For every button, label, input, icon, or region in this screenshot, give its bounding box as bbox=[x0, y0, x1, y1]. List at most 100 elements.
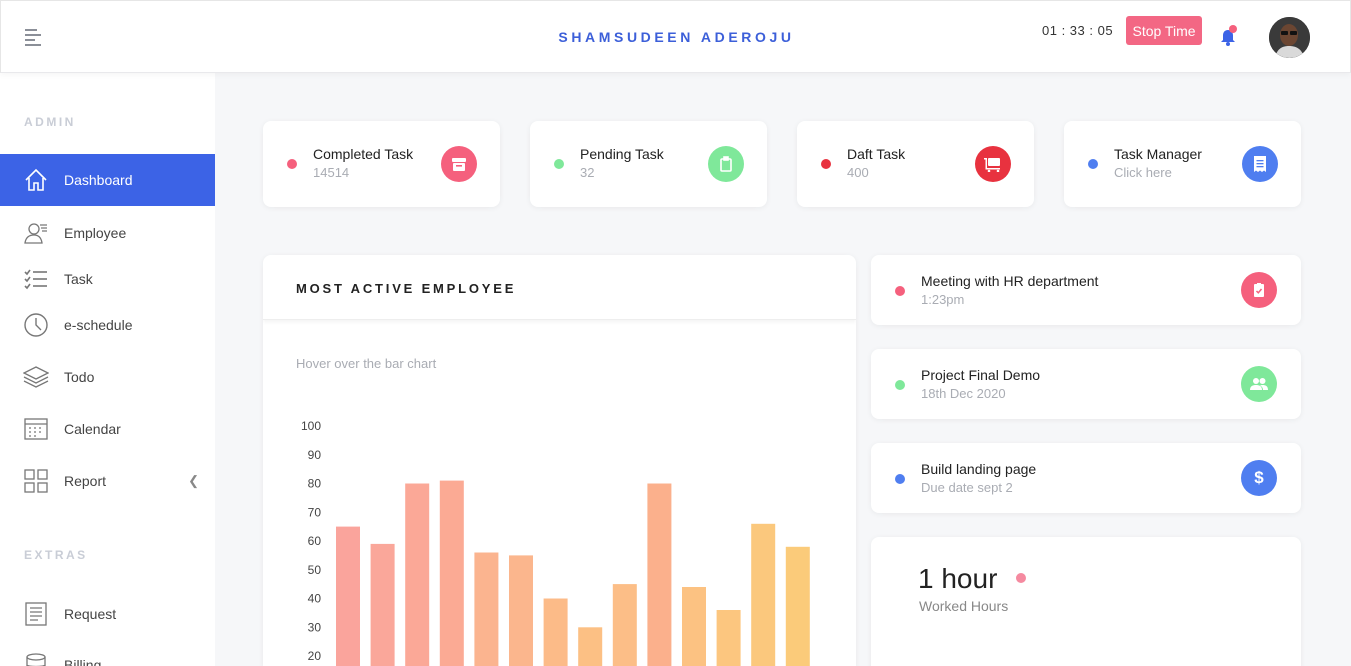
database-icon bbox=[23, 652, 49, 666]
sidebar-item-label: Dashboard bbox=[64, 172, 133, 188]
y-tick-label: 80 bbox=[308, 477, 322, 491]
event-title: Build landing page bbox=[921, 461, 1037, 477]
sidebar-item-dashboard[interactable]: Dashboard bbox=[0, 154, 215, 206]
stat-title: Completed Task bbox=[313, 146, 414, 162]
users-icon bbox=[1241, 366, 1277, 402]
sidebar-item-todo[interactable]: Todo bbox=[0, 351, 215, 403]
event-date: 18th Dec 2020 bbox=[921, 386, 1006, 401]
session-timer: 01 : 33 : 05 bbox=[1042, 23, 1114, 38]
bar[interactable] bbox=[612, 584, 637, 666]
home-icon bbox=[23, 167, 49, 193]
cart-icon bbox=[975, 146, 1011, 182]
bar[interactable] bbox=[751, 523, 776, 666]
bar[interactable] bbox=[682, 587, 706, 666]
top-bar: SHAMSUDEEN ADEROJU 01 : 33 : 05 Stop Tim… bbox=[0, 0, 1351, 73]
employee-icon bbox=[23, 220, 49, 246]
sidebar-item-report[interactable]: Report ❮ bbox=[0, 455, 215, 507]
bar[interactable] bbox=[785, 546, 810, 666]
sidebar-item-employee[interactable]: Employee bbox=[0, 207, 215, 259]
event-card-meeting[interactable]: Meeting with HR department 1:23pm bbox=[871, 255, 1301, 325]
sidebar-item-label: Request bbox=[64, 606, 117, 622]
stat-value: 400 bbox=[847, 165, 869, 180]
bar[interactable] bbox=[439, 480, 464, 666]
bar[interactable] bbox=[370, 543, 395, 666]
stat-card-completed-task[interactable]: Completed Task 14514 bbox=[263, 121, 500, 207]
section-label-extras: EXTRAS bbox=[24, 548, 88, 562]
dollar-icon: $ bbox=[1241, 460, 1277, 496]
sidebar-item-label: Report bbox=[64, 473, 107, 489]
stat-title: Daft Task bbox=[847, 146, 906, 162]
receipt-icon bbox=[1242, 146, 1278, 182]
y-tick-label: 20 bbox=[308, 649, 322, 663]
stop-time-button[interactable]: Stop Time bbox=[1126, 16, 1202, 45]
status-dot bbox=[821, 159, 831, 169]
chevron-left-icon: ❮ bbox=[188, 473, 199, 488]
sidebar: ADMIN Dashboard Employee Task e-schedule… bbox=[0, 73, 215, 666]
status-dot bbox=[895, 474, 905, 484]
status-dot bbox=[895, 380, 905, 390]
bar[interactable] bbox=[405, 483, 430, 666]
worked-hours-card: 1 hour Worked Hours bbox=[871, 537, 1301, 666]
status-dot bbox=[895, 286, 905, 296]
clipboard-icon bbox=[708, 146, 744, 182]
bar[interactable] bbox=[578, 627, 603, 666]
status-dot bbox=[1016, 573, 1026, 583]
y-tick-label: 40 bbox=[308, 592, 322, 606]
bar[interactable] bbox=[509, 555, 533, 666]
bar[interactable] bbox=[336, 526, 360, 666]
y-tick-label: 50 bbox=[308, 563, 322, 577]
clipboard-check-icon bbox=[1241, 272, 1277, 308]
y-tick-label: 100 bbox=[301, 419, 321, 433]
sidebar-item-label: Employee bbox=[64, 225, 127, 241]
grid-icon bbox=[23, 468, 49, 494]
event-card-project-demo[interactable]: Project Final Demo 18th Dec 2020 bbox=[871, 349, 1301, 419]
event-time: 1:23pm bbox=[921, 292, 965, 307]
status-dot bbox=[554, 159, 564, 169]
sidebar-item-request[interactable]: Request bbox=[0, 588, 215, 640]
worked-hours-label: Worked Hours bbox=[919, 598, 1009, 614]
notification-dot bbox=[1229, 25, 1237, 33]
status-dot bbox=[1088, 159, 1098, 169]
sidebar-item-billing[interactable]: Billing bbox=[0, 639, 215, 666]
sidebar-item-label: Task bbox=[64, 271, 93, 287]
stat-link[interactable]: Click here bbox=[1114, 165, 1172, 180]
stat-value: 32 bbox=[580, 165, 595, 180]
y-tick-label: 30 bbox=[308, 620, 322, 634]
worked-hours-value: 1 hour bbox=[918, 563, 998, 594]
calendar-icon bbox=[23, 416, 49, 442]
task-list-icon bbox=[23, 266, 49, 292]
archive-icon bbox=[441, 146, 477, 182]
sidebar-item-e-schedule[interactable]: e-schedule bbox=[0, 299, 215, 351]
bar[interactable] bbox=[543, 598, 568, 666]
document-icon bbox=[23, 601, 49, 627]
stat-title: Pending Task bbox=[580, 146, 664, 162]
sidebar-item-label: Billing bbox=[64, 657, 102, 666]
avatar[interactable] bbox=[1269, 17, 1310, 58]
clock-icon bbox=[23, 312, 49, 338]
sidebar-item-task[interactable]: Task bbox=[0, 253, 215, 305]
sidebar-item-label: e-schedule bbox=[64, 317, 133, 333]
stat-value: 14514 bbox=[313, 165, 350, 180]
stat-title: Task Manager bbox=[1114, 146, 1202, 162]
y-tick-label: 60 bbox=[308, 534, 322, 548]
menu-icon[interactable] bbox=[25, 29, 43, 46]
stat-card-task-manager[interactable]: Task Manager Click here bbox=[1064, 121, 1301, 207]
bar-chart[interactable]: 100 90 80 70 60 50 40 30 20 bbox=[263, 255, 856, 666]
event-title: Project Final Demo bbox=[921, 367, 1041, 383]
y-tick-label: 90 bbox=[308, 448, 322, 462]
sidebar-item-calendar[interactable]: Calendar bbox=[0, 403, 215, 455]
bell-icon[interactable] bbox=[1218, 25, 1238, 48]
layers-icon bbox=[23, 364, 49, 390]
event-card-landing-page[interactable]: Build landing page Due date sept 2 $ bbox=[871, 443, 1301, 513]
bar[interactable] bbox=[647, 483, 672, 666]
event-title: Meeting with HR department bbox=[921, 273, 1099, 289]
bar[interactable] bbox=[474, 552, 499, 666]
sidebar-item-label: Calendar bbox=[64, 421, 121, 437]
bar[interactable] bbox=[716, 610, 741, 666]
event-due-date: Due date sept 2 bbox=[921, 480, 1013, 495]
stat-card-daft-task[interactable]: Daft Task 400 bbox=[797, 121, 1034, 207]
most-active-employee-card: MOST ACTIVE EMPLOYEE Hover over the bar … bbox=[263, 255, 856, 666]
status-dot bbox=[287, 159, 297, 169]
stat-card-pending-task[interactable]: Pending Task 32 bbox=[530, 121, 767, 207]
y-tick-label: 70 bbox=[308, 505, 322, 519]
